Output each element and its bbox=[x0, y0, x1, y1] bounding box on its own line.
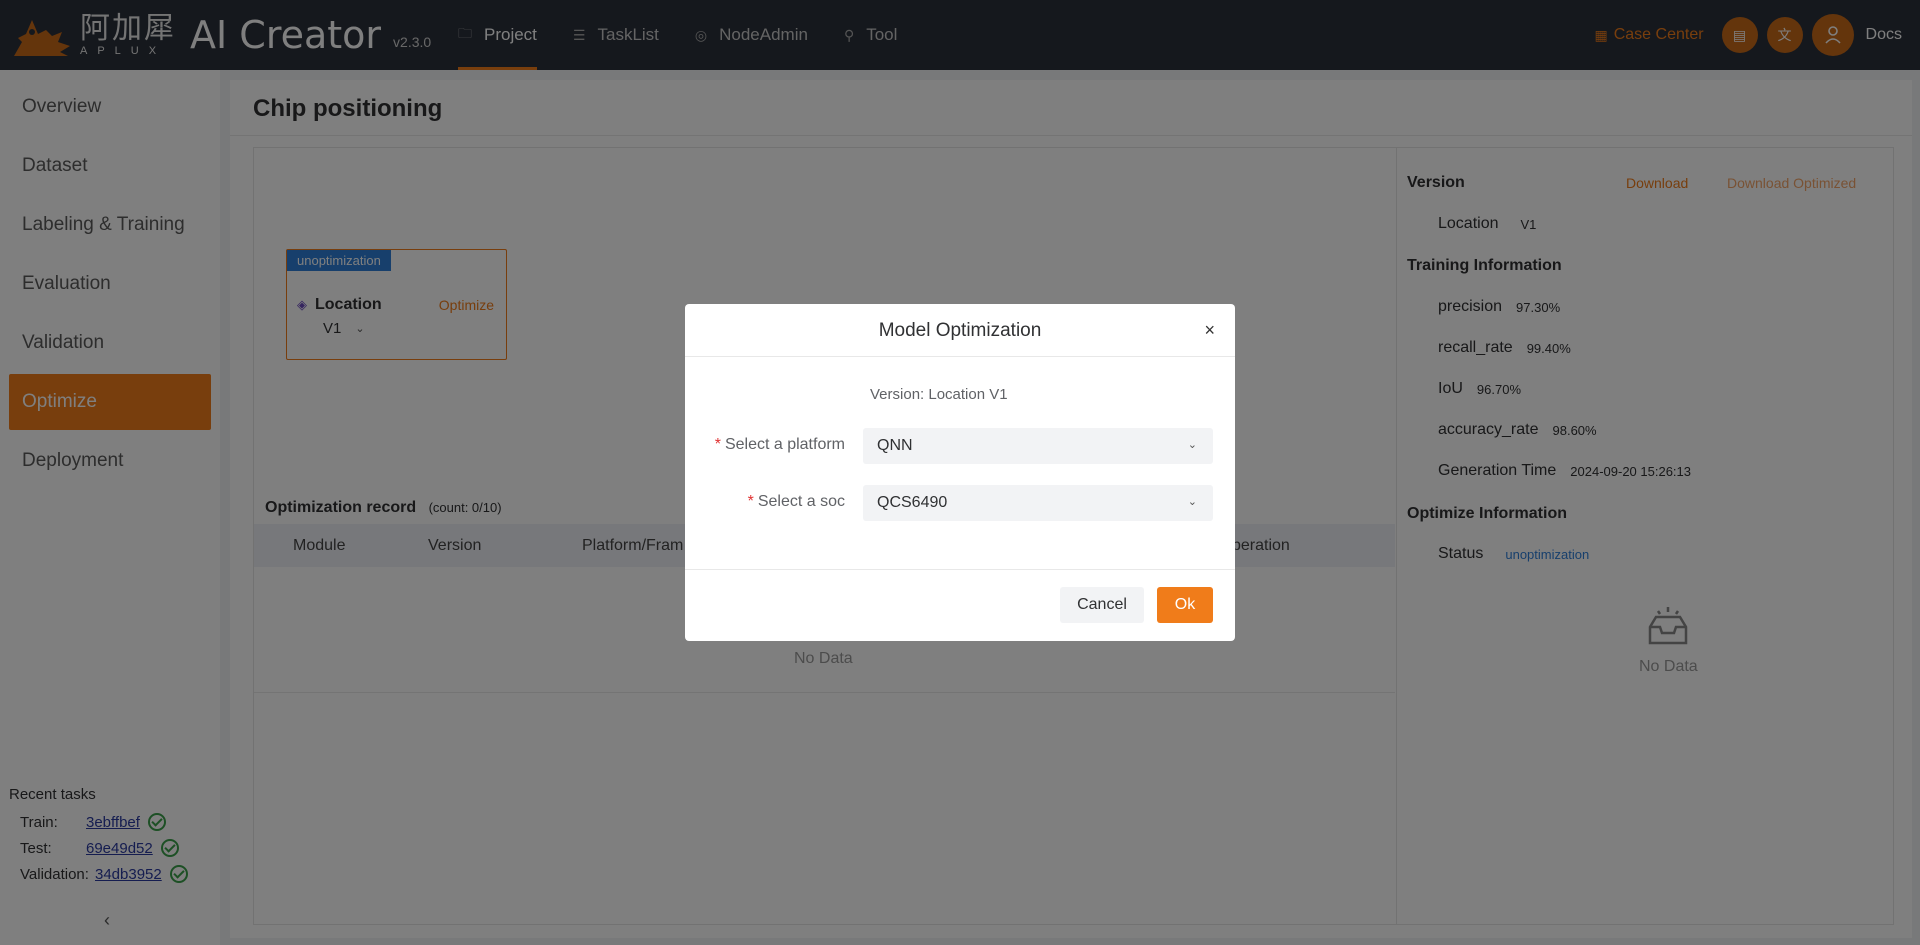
soc-label: * Select a soc bbox=[747, 493, 845, 510]
cancel-button[interactable]: Cancel bbox=[1060, 587, 1144, 623]
soc-field: * Select a soc QCS6490 ⌄ bbox=[685, 485, 1235, 521]
model-optimization-dialog: Model Optimization × Version: Location V… bbox=[685, 304, 1235, 641]
dialog-version-line: Version: Location V1 bbox=[870, 386, 1008, 403]
divider bbox=[685, 569, 1235, 570]
platform-value: QNN bbox=[877, 437, 913, 454]
close-icon[interactable]: × bbox=[1204, 320, 1215, 341]
platform-field: * Select a platform QNN ⌄ bbox=[685, 428, 1235, 464]
chevron-down-icon: ⌄ bbox=[1187, 439, 1197, 451]
soc-value: QCS6490 bbox=[877, 494, 948, 511]
soc-select[interactable]: QCS6490 ⌄ bbox=[863, 485, 1213, 521]
platform-label: * Select a platform bbox=[714, 436, 845, 453]
platform-select[interactable]: QNN ⌄ bbox=[863, 428, 1213, 464]
dialog-title: Model Optimization bbox=[685, 304, 1235, 357]
chevron-down-icon: ⌄ bbox=[1187, 496, 1197, 508]
ok-button[interactable]: Ok bbox=[1157, 587, 1213, 623]
